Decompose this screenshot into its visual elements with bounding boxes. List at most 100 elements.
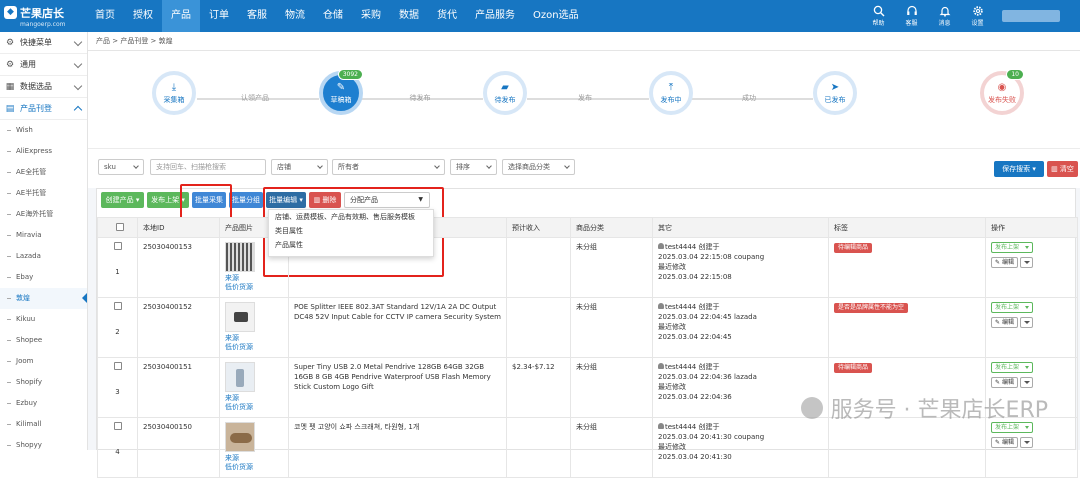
low-price-link[interactable]: 低价货源 — [225, 283, 283, 292]
sidebar-item[interactable]: Miravia — [0, 225, 87, 246]
row-more-button[interactable] — [1019, 377, 1033, 388]
product-thumbnail[interactable] — [225, 302, 255, 332]
table-body: 1 25030400153 来源 低价货源 未分组 test4444 创建于 2025.03… — [97, 237, 1078, 478]
save-search-button[interactable]: 保存搜索 ▾ — [994, 161, 1044, 177]
sidebar-item[interactable]: Wish — [0, 120, 87, 141]
local-id: 25030400152 — [137, 297, 220, 358]
messages-button[interactable]: 消息 — [928, 0, 961, 32]
low-price-link[interactable]: 低价货源 — [225, 463, 283, 472]
row-edit-button[interactable]: ✎ 编辑 — [991, 377, 1018, 388]
step-publishing[interactable]: ⤒ 发布中 — [649, 71, 693, 115]
sku-select[interactable]: sku — [98, 159, 144, 175]
sidebar-item[interactable]: Lazada — [0, 246, 87, 267]
row-more-button[interactable] — [1019, 257, 1033, 268]
brand-domain: mangoerp.com — [20, 20, 66, 28]
row-checkbox[interactable] — [113, 362, 122, 370]
local-id: 25030400153 — [137, 237, 220, 298]
nav-item[interactable]: 仓储 — [314, 0, 352, 32]
connector-label: 认领产品 — [241, 94, 269, 102]
create-product-button[interactable]: 创建产品 ▾ — [101, 192, 144, 208]
row-publish-button[interactable]: 发布上架 — [991, 362, 1033, 373]
low-price-link[interactable]: 低价货源 — [225, 403, 283, 412]
clear-button[interactable]: ▥ 清空 — [1047, 161, 1078, 177]
brand-logo[interactable]: ◆ 芒果店长 mangoerp.com — [0, 0, 86, 32]
row-publish-button[interactable]: 发布上架 — [991, 242, 1033, 253]
row-checkbox[interactable] — [113, 302, 122, 310]
modified-label: 最近修改 — [658, 443, 686, 451]
step-pending[interactable]: ▰ 待发布 — [483, 71, 527, 115]
nav-item[interactable]: 产品服务 — [466, 0, 524, 32]
search-input[interactable]: 支持回车、扫描枪搜索 — [150, 159, 266, 175]
product-thumbnail[interactable] — [225, 422, 255, 452]
sidebar-item[interactable]: Shopify — [0, 372, 87, 393]
product-image-cell: 来源 低价货源 — [219, 357, 289, 418]
dropdown-item-product-attributes[interactable]: 产品属性 — [269, 238, 433, 252]
nav-item[interactable]: 订单 — [200, 0, 238, 32]
nav-item[interactable]: 采购 — [352, 0, 390, 32]
sidebar-item[interactable]: Kilimall — [0, 414, 87, 435]
nav-item[interactable]: 数据 — [390, 0, 428, 32]
category-select[interactable]: 选择商品分类 — [502, 159, 575, 175]
sidebar-group-data-selection[interactable]: ▦ 数据选品 — [0, 76, 87, 98]
row-edit-button[interactable]: ✎ 编辑 — [991, 317, 1018, 328]
sidebar-item[interactable]: AE海外托管 — [0, 204, 87, 225]
nav-item[interactable]: 货代 — [428, 0, 466, 32]
owner-select[interactable]: 所有者 — [332, 159, 445, 175]
sidebar-item[interactable]: AE半托管 — [0, 183, 87, 204]
product-thumbnail[interactable] — [225, 362, 255, 392]
source-link[interactable]: 来源 — [225, 274, 283, 283]
row-edit-button[interactable]: ✎ 编辑 — [991, 257, 1018, 268]
nav-item[interactable]: 产品 — [162, 0, 200, 32]
step-collect-box[interactable]: ⤓ 采集箱 — [152, 71, 196, 115]
source-link[interactable]: 来源 — [225, 334, 283, 343]
low-price-link[interactable]: 低价货源 — [225, 343, 283, 352]
sidebar-item[interactable]: AE全托管 — [0, 162, 87, 183]
nav-item[interactable]: 物流 — [276, 0, 314, 32]
row-edit-button[interactable]: ✎ 编辑 — [991, 437, 1018, 448]
service-button[interactable]: 客服 — [895, 0, 928, 32]
nav-item[interactable]: 授权 — [124, 0, 162, 32]
dropdown-item-category-attributes[interactable]: 类目属性 — [269, 224, 433, 238]
sidebar-item[interactable]: 敦煌 — [0, 288, 87, 309]
settings-button[interactable]: 设置 — [961, 0, 994, 32]
product-title: Super Tiny USB 2.0 Metal Pendrive 128GB … — [288, 357, 507, 418]
source-link[interactable]: 来源 — [225, 394, 283, 403]
sidebar-item[interactable]: Joom — [0, 351, 87, 372]
batch-group-button[interactable]: 批量分组 — [229, 192, 263, 208]
chevron-up-icon — [73, 105, 83, 115]
sidebar-item[interactable]: Shopyy — [0, 435, 87, 450]
source-link[interactable]: 来源 — [225, 454, 283, 463]
create-label: 创建产品 — [105, 196, 134, 204]
row-checkbox[interactable] — [113, 242, 122, 250]
sidebar-item[interactable]: Ezbuy — [0, 393, 87, 414]
filter-bar: sku 支持回车、扫描枪搜索 店铺 所有者 排序 选择商品分类 保存搜索 ▾ ▥… — [88, 148, 1080, 188]
sidebar-item[interactable]: AliExpress — [0, 141, 87, 162]
product-category: 未分组 — [570, 297, 653, 358]
product-thumbnail[interactable] — [225, 242, 255, 272]
count-badge: 3092 — [337, 69, 363, 80]
nav-item[interactable]: 首页 — [86, 0, 124, 32]
row-more-button[interactable] — [1019, 437, 1033, 448]
sidebar-group-product-listing[interactable]: ▤ 产品刊登 — [0, 98, 87, 120]
sidebar-group-shortcuts[interactable]: ⚙ 快捷菜单 — [0, 32, 87, 54]
gear-icon — [972, 6, 983, 16]
sidebar-item[interactable]: Kikuu — [0, 309, 87, 330]
nav-item[interactable]: 客服 — [238, 0, 276, 32]
step-drafts[interactable]: 3092 ✎ 草稿箱 — [319, 69, 363, 115]
shop-select[interactable]: 店铺 — [271, 159, 328, 175]
dropdown-item-shop-templates[interactable]: 店铺、运费模板、产品有效期、售后服务模板 — [269, 210, 433, 224]
help-button[interactable]: 帮助 — [862, 0, 895, 32]
row-publish-button[interactable]: 发布上架 — [991, 302, 1033, 313]
sidebar-item[interactable]: Ebay — [0, 267, 87, 288]
row-more-button[interactable] — [1019, 317, 1033, 328]
select-all-checkbox[interactable] — [116, 222, 124, 231]
sidebar-item[interactable]: Shopee — [0, 330, 87, 351]
step-failed[interactable]: 10 ◉ 发布失败 — [980, 69, 1024, 115]
step-published[interactable]: ➤ 已发布 — [813, 71, 857, 115]
user-icon — [658, 243, 664, 249]
row-checkbox[interactable] — [113, 422, 122, 430]
sort-select[interactable]: 排序 — [450, 159, 497, 175]
user-menu[interactable] — [994, 0, 1080, 32]
nav-item[interactable]: Ozon选品 — [524, 0, 588, 32]
sidebar-group-general[interactable]: ⚙ 通用 — [0, 54, 87, 76]
